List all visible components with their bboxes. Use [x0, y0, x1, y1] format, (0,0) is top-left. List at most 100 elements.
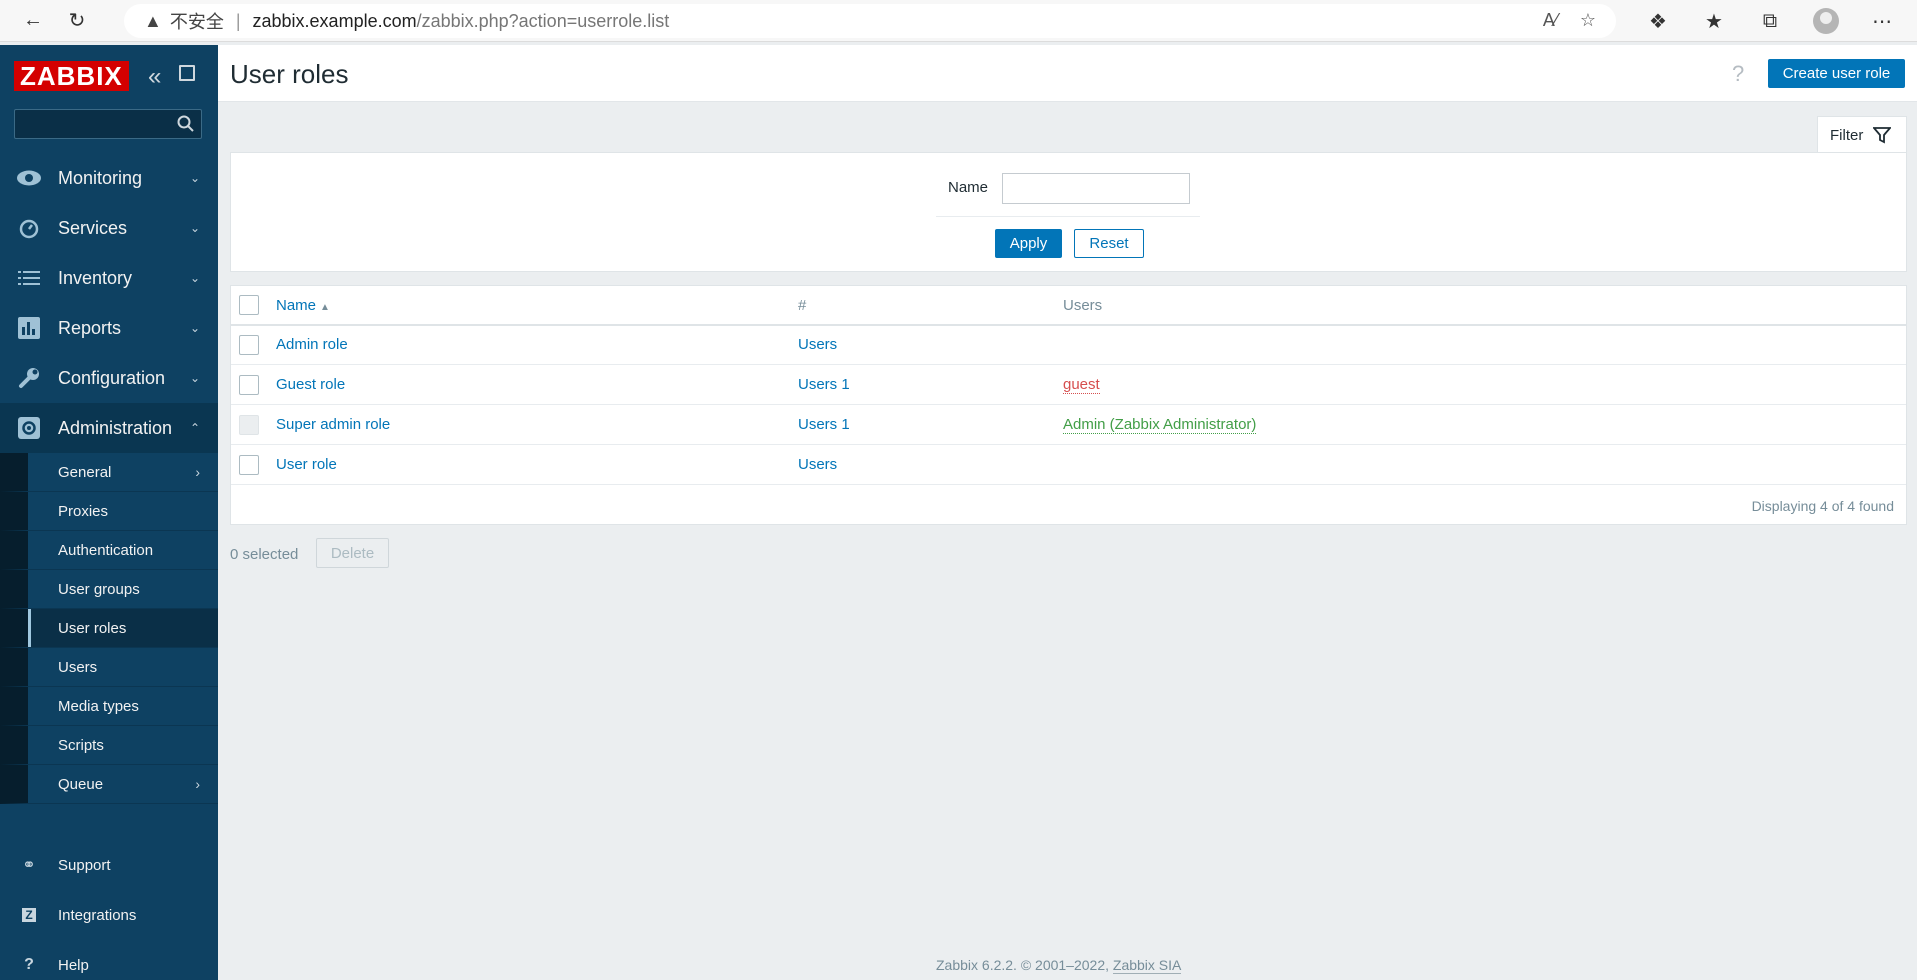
administration-submenu: General › Proxies Authentication User gro… [0, 453, 218, 804]
users-count: 1 [841, 376, 850, 393]
menu-label: Monitoring [58, 167, 143, 188]
page-header: User roles ? Create user role [218, 45, 1917, 102]
page-title: User roles [230, 59, 349, 89]
submenu-media-types[interactable]: Media types [0, 687, 218, 726]
create-user-role-button[interactable]: Create user role [1768, 59, 1905, 88]
collapse-sidebar-icon[interactable]: « [148, 63, 161, 91]
list-icon [16, 265, 42, 291]
row-checkbox-disabled [239, 415, 259, 435]
chevron-right-icon: › [195, 464, 200, 480]
row-checkbox[interactable] [239, 455, 259, 475]
apply-button[interactable]: Apply [995, 229, 1062, 258]
menu-support[interactable]: ⚭ Support [0, 840, 218, 890]
bar-chart-icon [16, 315, 42, 341]
display-count: Displaying 4 of 4 found [1751, 498, 1894, 514]
main-menu: Monitoring ⌄ Services ⌄ Inventory ⌄ Repo… [0, 153, 218, 804]
users-link[interactable]: Users [798, 336, 837, 353]
collections-icon[interactable]: ⧉ [1742, 0, 1798, 42]
submenu-user-roles[interactable]: User roles [0, 609, 218, 648]
wrench-icon [16, 365, 42, 391]
chevron-down-icon: ⌄ [189, 271, 200, 285]
filter-tab[interactable]: Filter [1817, 116, 1907, 153]
menu-configuration[interactable]: Configuration ⌄ [0, 353, 218, 403]
avatar [1813, 8, 1839, 34]
users-link[interactable]: Users [798, 376, 837, 393]
read-aloud-icon[interactable]: A⁄ [1543, 10, 1558, 31]
user-link-guest[interactable]: guest [1063, 376, 1100, 394]
menu-label: Configuration [58, 367, 166, 388]
filter-icon [1873, 127, 1892, 144]
submenu-authentication[interactable]: Authentication [0, 531, 218, 570]
refresh-icon[interactable]: ↻ [56, 0, 98, 42]
reset-button[interactable]: Reset [1074, 229, 1144, 258]
browser-toolbar: ← ↻ ▲ 不安全 | zabbix.example.com/zabbix.ph… [0, 0, 1917, 42]
users-link[interactable]: Users [798, 416, 837, 433]
row-checkbox[interactable] [239, 335, 259, 355]
sort-asc-icon: ▲ [320, 302, 330, 313]
add-favorite-icon[interactable]: ☆ [1580, 10, 1596, 31]
user-link-admin[interactable]: Admin (Zabbix Administrator) [1063, 416, 1257, 434]
menu-label: Reports [58, 317, 122, 338]
extensions-icon[interactable]: ❖ [1630, 0, 1686, 42]
users-link[interactable]: Users [798, 456, 837, 473]
submenu-scripts[interactable]: Scripts [0, 726, 218, 765]
help-icon[interactable]: ? [1732, 61, 1744, 87]
chevron-down-icon: ⌄ [189, 221, 200, 235]
role-name-link[interactable]: Super admin role [276, 416, 390, 433]
select-all-checkbox[interactable] [239, 295, 259, 315]
menu-inventory[interactable]: Inventory ⌄ [0, 253, 218, 303]
more-icon[interactable]: ⋯ [1854, 0, 1910, 42]
chevron-right-icon: › [195, 776, 200, 792]
menu-integrations[interactable]: Z Integrations [0, 890, 218, 940]
search-icon[interactable] [177, 115, 195, 133]
user-roles-table: Name ▲ # Users Admin role Users Guest rol… [230, 285, 1907, 525]
filter-tab-label: Filter [1830, 126, 1864, 144]
chevron-down-icon: ⌄ [189, 321, 200, 335]
chevron-down-icon: ⌄ [189, 371, 200, 385]
footer-text: Zabbix 6.2.2. © 2001–2022, [936, 957, 1109, 973]
sidebar: ZABBIX « Monitoring ⌄ Services ⌄ Invento… [0, 45, 218, 980]
footer-link[interactable]: Zabbix SIA [1112, 957, 1182, 974]
table-row: Admin role Users [231, 326, 1906, 365]
table-header: Name ▲ # Users [231, 286, 1906, 326]
gear-icon [16, 415, 42, 441]
menu-label: Inventory [58, 267, 133, 288]
column-count: # [798, 297, 807, 314]
role-name-link[interactable]: Admin role [276, 336, 348, 353]
submenu-general[interactable]: General › [0, 453, 218, 492]
filter-panel: Name Apply Reset [230, 152, 1907, 272]
chevron-down-icon: ⌄ [189, 171, 200, 185]
profile-avatar[interactable] [1798, 0, 1854, 42]
back-icon[interactable]: ← [12, 0, 54, 42]
delete-button: Delete [316, 538, 389, 568]
search-input[interactable] [15, 110, 165, 138]
row-checkbox[interactable] [239, 375, 259, 395]
url-host: zabbix.example.com [252, 10, 417, 31]
zabbix-logo[interactable]: ZABBIX [14, 61, 129, 91]
kiosk-mode-icon[interactable] [179, 65, 195, 81]
address-bar[interactable]: ▲ 不安全 | zabbix.example.com/zabbix.php?ac… [124, 4, 1616, 38]
filter-name-input[interactable] [1002, 173, 1190, 204]
headset-icon: ⚭ [22, 857, 36, 874]
footer: Zabbix 6.2.2. © 2001–2022, Zabbix SIA [936, 957, 1182, 974]
favorites-icon[interactable]: ★ [1686, 0, 1742, 42]
menu-services[interactable]: Services ⌄ [0, 203, 218, 253]
role-name-link[interactable]: Guest role [276, 376, 345, 393]
column-name[interactable]: Name ▲ [276, 297, 330, 314]
submenu-queue[interactable]: Queue › [0, 765, 218, 804]
menu-monitoring[interactable]: Monitoring ⌄ [0, 153, 218, 203]
menu-administration[interactable]: Administration ⌃ [0, 403, 218, 453]
submenu-users[interactable]: Users [0, 648, 218, 687]
table-row: Super admin role Users 1 Admin (Zabbix A… [231, 406, 1906, 445]
submenu-user-groups[interactable]: User groups [0, 570, 218, 609]
menu-help[interactable]: ? Help [0, 940, 218, 980]
users-count: 1 [841, 416, 850, 433]
chevron-up-icon: ⌃ [189, 421, 200, 435]
menu-reports[interactable]: Reports ⌄ [0, 303, 218, 353]
warning-icon: ▲ [144, 10, 162, 31]
role-name-link[interactable]: User role [276, 456, 337, 473]
question-icon: ? [24, 956, 34, 973]
eye-icon [16, 165, 42, 191]
menu-label: Administration [58, 417, 173, 438]
submenu-proxies[interactable]: Proxies [0, 492, 218, 531]
